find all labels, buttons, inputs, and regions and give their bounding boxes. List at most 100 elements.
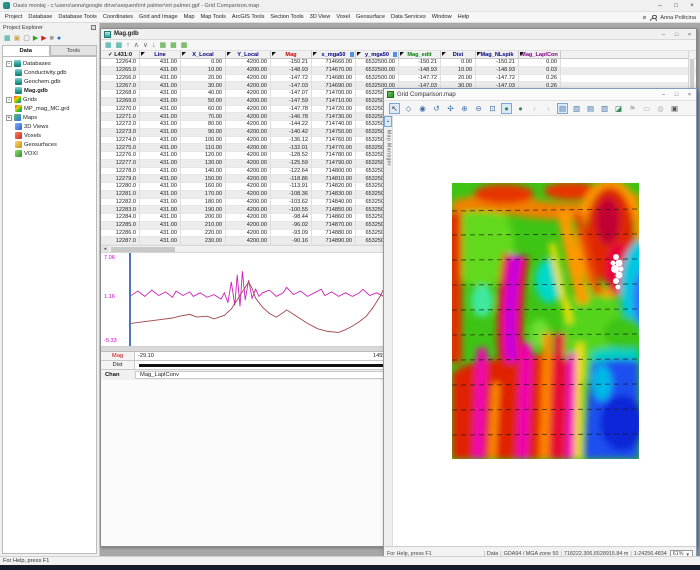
menu-arcgis-tools[interactable]: ArcGIS Tools [229,14,268,20]
table-cell[interactable]: 4200.00 [226,137,271,145]
table-cell[interactable]: 431.00 [140,199,181,207]
profile-window-icon[interactable]: ▦ [160,42,167,49]
table-cell[interactable]: 431.00 [140,137,181,145]
table-cell[interactable]: 12264.0 [101,59,140,67]
table-cell[interactable]: -128.52 [271,152,312,160]
table-cell[interactable]: -147.72 [476,75,519,83]
table-cell[interactable]: 12285.0 [101,222,140,230]
table-cell[interactable]: 12267.0 [101,82,140,90]
table-cell[interactable]: 200.00 [181,214,226,222]
table-cell[interactable]: 12276.0 [101,152,140,160]
run-recent-gx-icon[interactable]: ▶ [41,35,46,42]
database-window-titlebar[interactable]: Mag.gdb – □ × [101,29,696,40]
table-cell[interactable]: 110.00 [181,144,226,152]
table-cell[interactable]: 714830.00 [312,191,356,199]
split-profile-icon[interactable]: ▦ [170,42,177,49]
table-cell[interactable]: 12280.0 [101,183,140,191]
table-cell[interactable]: -103.62 [271,199,312,207]
table-cell[interactable]: -147.72 [399,75,441,83]
table-cell[interactable]: 4200.00 [226,230,271,238]
table-cell[interactable]: 4200.00 [226,222,271,230]
table-cell[interactable]: 90.00 [181,129,226,137]
clip-region-icon[interactable]: ▭ [641,103,652,114]
table-cell[interactable]: 4200.00 [226,175,271,183]
user-name[interactable]: Anna Politcina [660,15,696,21]
scroll-left-arrow-icon[interactable]: ◂ [101,246,109,252]
pin-icon[interactable] [91,25,96,30]
table-cell[interactable]: 714750.00 [312,129,356,137]
table-cell[interactable]: -150.21 [399,59,441,67]
table-cell[interactable]: -146.78 [271,113,312,121]
expander-icon[interactable]: − [6,97,12,103]
table-cell[interactable]: 12278.0 [101,168,140,176]
table-cell[interactable]: 714820.00 [312,183,356,191]
column-header-line[interactable]: Line [140,51,181,58]
previous-line-icon[interactable]: ∧ [134,42,139,49]
table-cell[interactable]: 40.00 [181,90,226,98]
table-row[interactable]: 12265.0431.0010.004200.00-148.93714670.0… [101,67,696,75]
table-cell[interactable]: 4200.00 [226,206,271,214]
database-close-button[interactable]: × [683,29,696,40]
table-cell[interactable]: 714730.00 [312,113,356,121]
table-cell[interactable]: 70.00 [181,113,226,121]
new-database-icon[interactable]: ▦ [4,35,11,42]
column-header-x_mga50[interactable]: x_mga50 [312,51,356,58]
table-cell[interactable]: 4200.00 [226,183,271,191]
table-cell[interactable]: 4200.00 [226,75,271,83]
menu-data-services[interactable]: Data Services [388,14,429,20]
menu-map[interactable]: Map [181,14,198,20]
table-cell[interactable]: 714870.00 [312,222,356,230]
plot-flag-icon[interactable]: ⚑ [627,103,638,114]
previous-view-icon[interactable]: ‹ [529,103,540,114]
table-cell[interactable]: 4200.00 [226,59,271,67]
table-cell[interactable]: 4200.00 [226,113,271,121]
table-cell[interactable]: 0.00 [519,59,561,67]
table-cell[interactable]: 431.00 [140,222,181,230]
map-manager-tab[interactable]: Map Manager [386,130,392,166]
table-cell[interactable]: -147.59 [271,98,312,106]
table-cell[interactable]: 12277.0 [101,160,140,168]
table-cell[interactable]: 20.00 [441,75,476,83]
database-maximize-button[interactable]: □ [670,29,683,40]
user-account-icon[interactable] [650,15,656,21]
table-cell[interactable]: 4200.00 [226,67,271,75]
table-cell[interactable]: 431.00 [140,75,181,83]
table-cell[interactable]: 431.00 [140,191,181,199]
linked-globe-icon[interactable]: ◍ [655,103,666,114]
menu-section-tools[interactable]: Section Tools [267,14,306,20]
table-cell[interactable]: 431.00 [140,152,181,160]
table-cell[interactable]: 80.00 [181,121,226,129]
next-view-icon[interactable]: › [543,103,554,114]
column-header-dist[interactable]: Dist [441,51,476,58]
menu-database[interactable]: Database [25,14,55,20]
menu-window[interactable]: Window [429,14,455,20]
mag-track-label[interactable]: Mag [101,352,135,360]
table-cell[interactable]: 0.03 [519,67,561,75]
column-header-mag[interactable]: Mag [271,51,312,58]
table-cell[interactable]: -113.91 [271,183,312,191]
tree-item-maps[interactable]: +Maps [3,113,96,122]
table-cell[interactable]: 4200.00 [226,82,271,90]
table-cell[interactable]: -147.07 [271,90,312,98]
table-cell[interactable]: -150.21 [476,59,519,67]
table-cell[interactable]: 714890.00 [312,237,356,245]
table-cell[interactable]: 230.00 [181,237,226,245]
dist-track-label[interactable]: Dist [101,361,135,369]
tree-item-mp-mag-mc-grd[interactable]: MP_mag_MC.grd [3,104,96,113]
window-icon[interactable]: ▢ [23,35,30,42]
table-cell[interactable]: 714670.00 [312,67,356,75]
table-cell[interactable]: 431.00 [140,183,181,191]
table-cell[interactable]: 210.00 [181,222,226,230]
expander-icon[interactable]: − [6,61,12,67]
table-cell[interactable]: 714810.00 [312,175,356,183]
table-cell[interactable]: 6532500.00 [356,75,399,83]
grid-raster-image[interactable] [452,183,639,459]
map-manager-pin-icon[interactable]: ▪ [384,116,392,127]
table-cell[interactable]: 12265.0 [101,67,140,75]
table-cell[interactable]: 12268.0 [101,90,140,98]
table-cell[interactable]: 714690.00 [312,82,356,90]
table-cell[interactable]: 4200.00 [226,106,271,114]
table-row[interactable]: 12264.0431.000.004200.00-150.21714660.00… [101,59,696,67]
page-view-icon[interactable]: ▤ [557,103,568,114]
column-header-mag_nlspik[interactable]: Mag_NLspik [476,51,519,58]
